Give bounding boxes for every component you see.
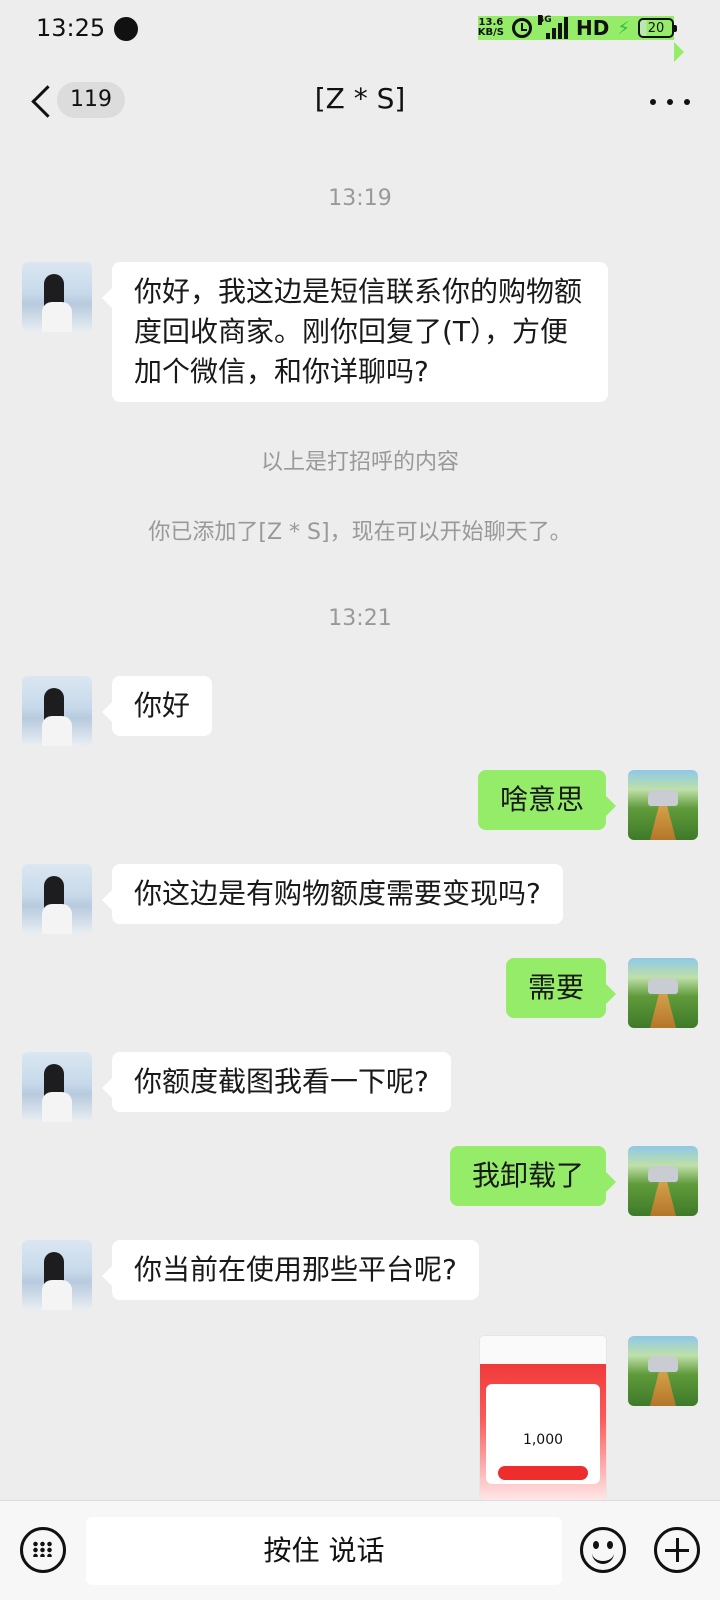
image-amount: 1,000 (522, 1432, 564, 1448)
plus-icon[interactable] (654, 1527, 700, 1573)
alarm-icon (512, 18, 533, 38)
net-speed: 13.6 KB/S (477, 17, 505, 38)
more-options-icon[interactable] (650, 88, 690, 116)
status-icons: 13.6 KB/S 4G HD ⚡ 20 (477, 15, 685, 62)
sent-message[interactable]: 啥意思 (477, 770, 617, 830)
my-avatar[interactable] (628, 1336, 698, 1406)
timestamp: 13:21 (328, 606, 392, 631)
contact-avatar[interactable] (22, 262, 92, 332)
received-message[interactable]: 你额度截图我看一下呢? (102, 1052, 451, 1112)
contact-avatar[interactable] (22, 676, 92, 746)
contact-avatar[interactable] (22, 1240, 92, 1310)
received-message[interactable]: 你好，我这边是短信联系你的购物额度回收商家。刚你回复了(T），方便加个微信，和你… (102, 262, 608, 402)
sent-image-message[interactable]: 1,000 (480, 1336, 606, 1500)
emoji-icon[interactable] (580, 1527, 626, 1573)
system-message: 以上是打招呼的内容 (260, 450, 459, 475)
hd-icon: HD (576, 16, 610, 40)
input-bar: 按住 说话 (0, 1500, 720, 1600)
notification-icon (114, 17, 138, 41)
keyboard-icon[interactable] (20, 1527, 66, 1573)
status-time: 13:25 (36, 14, 106, 42)
sent-message[interactable]: 我卸载了 (449, 1146, 617, 1206)
contact-avatar[interactable] (22, 864, 92, 934)
status-bar: 13:25 13.6 KB/S 4G HD ⚡ 20 (0, 0, 720, 62)
system-message: 你已添加了[Z * S]，现在可以开始聊天了。 (148, 520, 572, 545)
contact-avatar[interactable] (22, 1052, 92, 1122)
my-avatar[interactable] (628, 770, 698, 840)
signal-icon: 4G (538, 15, 569, 39)
timestamp: 13:19 (328, 186, 392, 211)
received-message[interactable]: 你这边是有购物额度需要变现吗? (102, 864, 563, 924)
my-avatar[interactable] (628, 1146, 698, 1216)
charging-icon: ⚡ (617, 17, 630, 39)
battery-icon: 20 (638, 18, 677, 38)
received-message[interactable]: 你好 (101, 676, 213, 736)
received-message[interactable]: 你当前在使用那些平台呢? (102, 1240, 479, 1300)
sent-message[interactable]: 需要 (505, 958, 617, 1018)
my-avatar[interactable] (628, 958, 698, 1028)
chat-header: 119 [Z * S] (0, 60, 720, 144)
chat-title: [Z * S] (314, 82, 406, 115)
hold-to-talk-button[interactable]: 按住 说话 (86, 1517, 562, 1585)
